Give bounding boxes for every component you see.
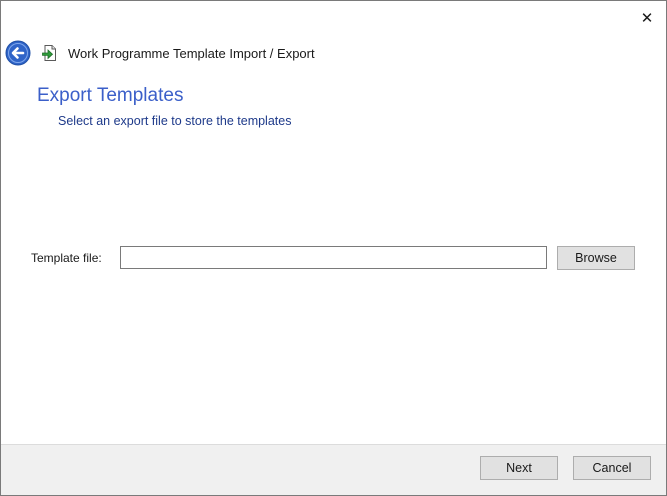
- template-file-input[interactable]: [120, 246, 547, 269]
- window-title: Work Programme Template Import / Export: [68, 45, 315, 61]
- close-icon: ✕: [640, 10, 654, 27]
- page-title: Export Templates: [37, 85, 184, 106]
- wizard-header: Work Programme Template Import / Export: [5, 39, 315, 67]
- wizard-footer: Next Cancel: [1, 444, 666, 495]
- back-button[interactable]: [5, 40, 31, 66]
- template-file-label: Template file:: [31, 251, 102, 265]
- close-button[interactable]: ✕: [636, 7, 658, 29]
- cancel-button[interactable]: Cancel: [573, 456, 651, 480]
- template-import-export-icon: [41, 44, 59, 62]
- back-arrow-icon: [5, 40, 31, 66]
- browse-button[interactable]: Browse: [557, 246, 635, 270]
- wizard-window: ✕ Work Programme Template Import / Expor…: [0, 0, 667, 496]
- page-subtitle: Select an export file to store the templ…: [58, 114, 292, 128]
- next-button[interactable]: Next: [480, 456, 558, 480]
